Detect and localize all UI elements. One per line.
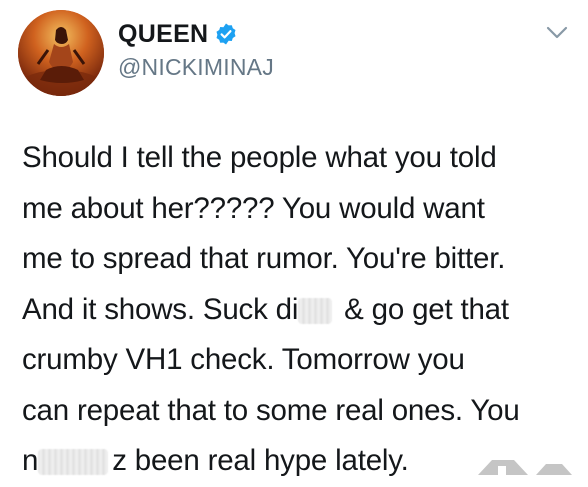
- tweet-line: Should I tell the people what you told: [22, 141, 497, 174]
- chevron-down-icon[interactable]: [546, 26, 568, 40]
- tweet-text: Should I tell the people what you told m…: [22, 133, 582, 487]
- handle[interactable]: @NICKIMINAJ: [118, 54, 274, 80]
- tweet-line: me about her????? You would want: [22, 191, 485, 225]
- display-name-row[interactable]: QUEEN: [118, 20, 238, 48]
- tweet-line: And it shows. Suck di & go get that: [22, 285, 582, 336]
- tweet-line: can repeat that to some real ones. You: [22, 393, 520, 427]
- tweet-line-part: z been real hype lately.: [112, 444, 409, 477]
- tweet-line-part: n: [22, 444, 39, 477]
- tweet-line-part: And it shows. Suck di: [22, 292, 299, 326]
- tweet-line: crumby VH1 check. Tomorrow you: [22, 343, 465, 376]
- avatar[interactable]: [18, 10, 104, 96]
- censor-blur: [38, 449, 109, 476]
- verified-badge-icon: [216, 23, 236, 45]
- tweet-card: QUEEN @NICKIMINAJ Should I tell the peop…: [0, 0, 588, 477]
- tweet-line-part: & go get that: [336, 292, 509, 326]
- avatar-image: [18, 10, 104, 96]
- author-names: QUEEN @NICKIMINAJ: [118, 20, 274, 80]
- tweet-line: me to spread that rumor. You're bitter.: [22, 242, 506, 275]
- display-name[interactable]: QUEEN: [118, 20, 208, 48]
- censor-blur: [298, 297, 333, 324]
- watermark-logo: [478, 460, 572, 475]
- tweet-header: QUEEN @NICKIMINAJ: [0, 0, 588, 96]
